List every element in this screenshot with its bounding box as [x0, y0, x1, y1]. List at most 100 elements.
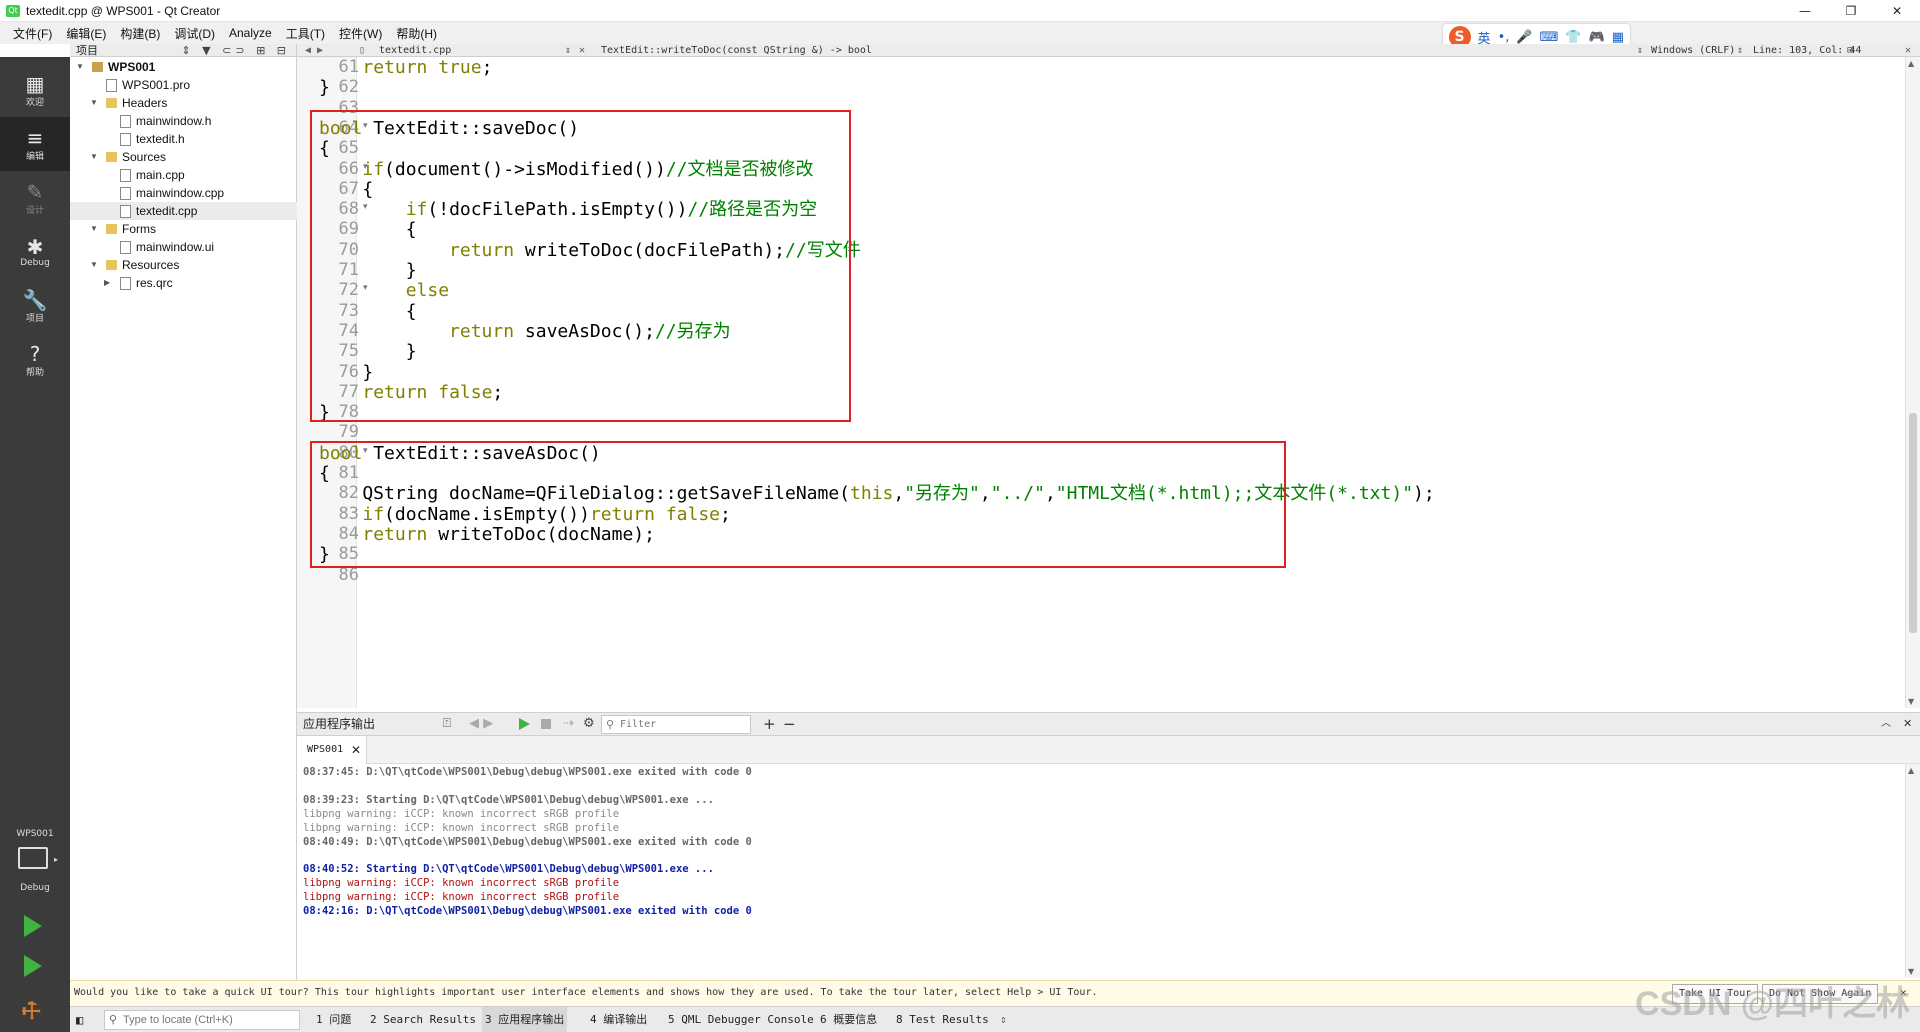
- tree-expand-icon[interactable]: ▼: [90, 94, 98, 112]
- tree-item[interactable]: ▼ Resources: [70, 256, 297, 274]
- mode-design[interactable]: ✎ 设计: [0, 171, 70, 225]
- pane-application-output[interactable]: 3 应用程序输出: [482, 1007, 568, 1032]
- locator[interactable]: ⚲: [104, 1010, 300, 1030]
- tree-item[interactable]: textedit.h: [70, 130, 297, 148]
- output-tab[interactable]: WPS001 ✕: [297, 736, 367, 764]
- tree-expand-icon[interactable]: ▼: [90, 148, 98, 166]
- scroll-down-icon[interactable]: ▼: [1908, 697, 1914, 706]
- ime-game-icon[interactable]: 🎮: [1589, 30, 1605, 45]
- tree-item[interactable]: textedit.cpp: [70, 202, 297, 220]
- tree-item[interactable]: mainwindow.cpp: [70, 184, 297, 202]
- minimize-button[interactable]: —: [1782, 0, 1828, 22]
- close-document-icon[interactable]: ✕: [579, 44, 585, 57]
- tree-item[interactable]: mainwindow.h: [70, 112, 297, 130]
- menu-help[interactable]: 帮助(H): [389, 25, 444, 42]
- mode-edit[interactable]: ≡ 编辑: [0, 117, 70, 171]
- line-ending-arrow-icon[interactable]: ⇕: [1737, 44, 1743, 57]
- mode-debug[interactable]: ✱ Debug: [0, 225, 70, 279]
- prev-next-icon[interactable]: ◀ ▶: [469, 713, 493, 735]
- tree-item[interactable]: main.cpp: [70, 166, 297, 184]
- tree-item[interactable]: WPS001.pro: [70, 76, 297, 94]
- output-scrollbar[interactable]: ▲ ▼: [1905, 764, 1920, 978]
- kit-arrow-icon[interactable]: ▸: [54, 855, 58, 864]
- tree-expand-icon[interactable]: ▼: [76, 58, 84, 76]
- debug-run-icon[interactable]: [24, 955, 42, 977]
- tree-expand-icon[interactable]: ▼: [90, 256, 98, 274]
- tree-item[interactable]: ▼ WPS001: [70, 58, 297, 76]
- close-editor-icon[interactable]: ✕: [1905, 44, 1911, 57]
- menu-edit[interactable]: 编辑(E): [59, 25, 113, 42]
- symbol-combo[interactable]: TextEdit::writeToDoc(const QString &) ->…: [601, 44, 872, 57]
- pane-search-results[interactable]: 2 Search Results: [370, 1007, 476, 1032]
- pane-compile-output[interactable]: 4 编译输出: [590, 1007, 647, 1032]
- close-button[interactable]: ✕: [1874, 0, 1920, 22]
- menu-debug[interactable]: 调试(D): [167, 25, 222, 42]
- zoom-in-icon[interactable]: +: [763, 713, 776, 735]
- project-tree: ▼ WPS001 WPS001.pro ▼ Headers mainwindow.h tex…: [70, 58, 297, 292]
- tree-item[interactable]: ▼ Headers: [70, 94, 297, 112]
- split-icon[interactable]: ⊟: [1847, 44, 1853, 57]
- back-icon[interactable]: ◀ ▶: [305, 44, 323, 57]
- tree-expand-icon[interactable]: ▶: [104, 274, 110, 292]
- pane-more-arrow-icon[interactable]: ⇕: [1000, 1007, 1007, 1032]
- run-icon[interactable]: [24, 915, 42, 937]
- monitor-icon[interactable]: [18, 847, 48, 869]
- pane-general-messages[interactable]: 6 概要信息: [820, 1007, 877, 1032]
- ime-keyboard-icon[interactable]: ⌨: [1540, 30, 1559, 45]
- scroll-thumb[interactable]: [1909, 413, 1917, 633]
- tree-item[interactable]: ▼ Forms: [70, 220, 297, 238]
- mode-welcome[interactable]: ▦ 欢迎: [0, 63, 70, 117]
- file-icon: [120, 205, 131, 218]
- attach-debugger-icon[interactable]: ⇢: [563, 713, 574, 735]
- tree-item-label: main.cpp: [136, 168, 185, 182]
- tree-item[interactable]: mainwindow.ui: [70, 238, 297, 256]
- locator-input[interactable]: [123, 1012, 297, 1028]
- open-document-combo[interactable]: textedit.cpp: [379, 44, 451, 57]
- scroll-up-icon[interactable]: ▲: [1908, 59, 1914, 68]
- close-pane-icon[interactable]: ✕: [1903, 713, 1912, 735]
- tree-item[interactable]: ▶ res.qrc: [70, 274, 297, 292]
- build-hammer-icon[interactable]: ⚒: [16, 996, 48, 1028]
- attach-icon[interactable]: ⍐: [443, 713, 451, 735]
- code-editor[interactable]: 61 return true; 62} 63 64 ▾ bool TextEdit::sa…: [297, 57, 1905, 708]
- ime-mic-icon[interactable]: 🎤: [1516, 30, 1532, 45]
- output-scroll-down-icon[interactable]: ▼: [1908, 967, 1914, 976]
- output-scroll-up-icon[interactable]: ▲: [1908, 766, 1914, 775]
- stop-icon[interactable]: [541, 719, 551, 729]
- project-pane-tools-icon[interactable]: ⇕ ▼ ⊂⊃ ⊞ ⊟: [181, 44, 290, 57]
- close-tab-icon[interactable]: ✕: [351, 736, 361, 764]
- mode-help[interactable]: ? 帮助: [0, 333, 70, 387]
- output-filter[interactable]: ⚲: [601, 715, 751, 734]
- file-icon: [120, 187, 131, 200]
- menu-tools[interactable]: 工具(T): [279, 25, 332, 42]
- ime-grid-icon[interactable]: ▦: [1612, 30, 1624, 45]
- document-combo-arrow-icon[interactable]: ⇕: [565, 44, 571, 57]
- mode-label: 欢迎: [25, 97, 44, 108]
- pane-qml-debugger-console[interactable]: 5 QML Debugger Console: [668, 1007, 814, 1032]
- settings-gear-icon[interactable]: ⚙: [583, 713, 595, 735]
- mode-projects[interactable]: 🔧 项目: [0, 279, 70, 333]
- pane-test-results[interactable]: 8 Test Results: [896, 1007, 989, 1032]
- output-tab-label: WPS001: [307, 744, 344, 755]
- pane-issues[interactable]: 1 问题: [316, 1007, 351, 1032]
- tree-expand-icon[interactable]: ▼: [90, 220, 98, 238]
- editor-vertical-scrollbar[interactable]: ▲ ▼: [1905, 57, 1920, 708]
- application-output[interactable]: 08:37:45: D:\QT\qtCode\WPS001\Debug\debu…: [297, 764, 1920, 978]
- ime-skin-icon[interactable]: 👕: [1565, 30, 1581, 45]
- zoom-out-icon[interactable]: −: [783, 713, 796, 735]
- maximize-button[interactable]: ❐: [1828, 0, 1874, 22]
- filter-input[interactable]: [620, 717, 748, 732]
- toggle-sidebar-icon[interactable]: ◧: [76, 1007, 83, 1032]
- menu-analyze[interactable]: Analyze: [222, 26, 279, 40]
- maximize-pane-icon[interactable]: ︿: [1881, 713, 1891, 735]
- menu-file[interactable]: 文件(F): [6, 25, 59, 42]
- encoding-arrow-icon[interactable]: ⇕: [1637, 44, 1643, 57]
- cursor-position[interactable]: Line: 103, Col: 44: [1753, 44, 1861, 57]
- rerun-icon[interactable]: [519, 718, 530, 730]
- ime-punctuation-icon[interactable]: •,: [1498, 30, 1510, 45]
- menu-build[interactable]: 构建(B): [113, 25, 167, 42]
- tree-item[interactable]: ▼ Sources: [70, 148, 297, 166]
- line-ending-combo[interactable]: Windows (CRLF): [1651, 44, 1735, 57]
- output-line: 08:37:45: D:\QT\qtCode\WPS001\Debug\debu…: [303, 766, 752, 778]
- menu-controls[interactable]: 控件(W): [332, 25, 389, 42]
